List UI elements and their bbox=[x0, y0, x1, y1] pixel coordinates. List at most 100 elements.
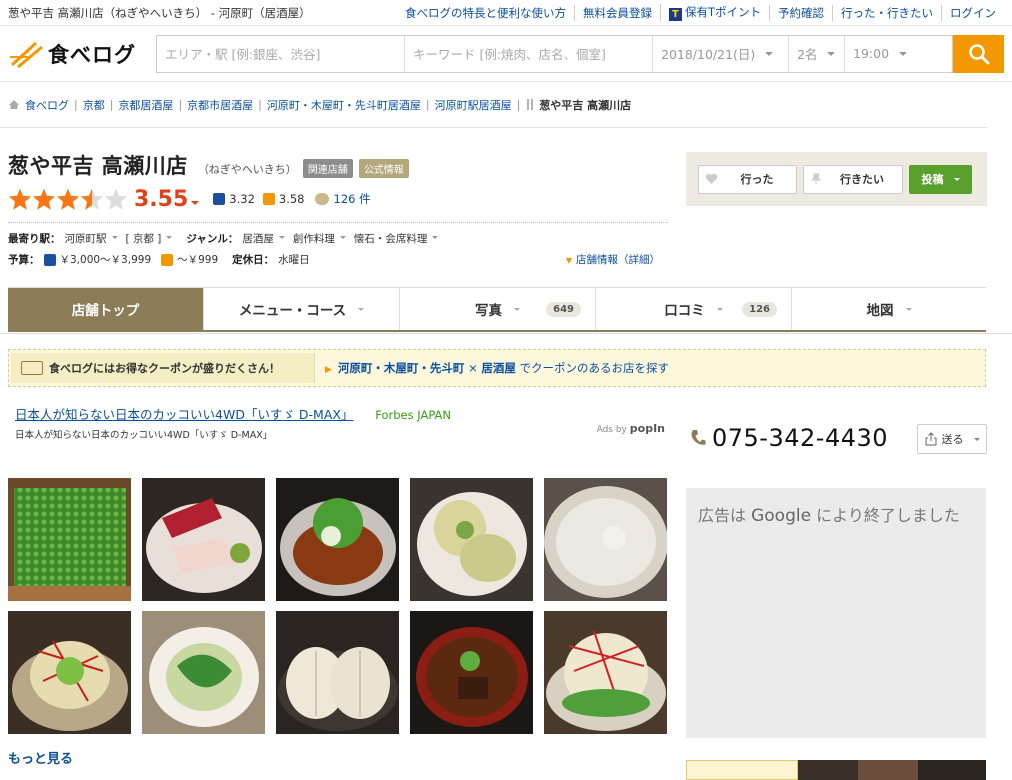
link-features[interactable]: 食べログの特長と便利な使い方 bbox=[397, 5, 574, 21]
keyword-input[interactable]: キーワード [例:焼肉、店名、個室] bbox=[405, 35, 653, 72]
photo-image bbox=[8, 478, 131, 601]
chevron-down-icon bbox=[953, 177, 960, 181]
food-photo[interactable] bbox=[8, 478, 131, 601]
went-label: 行った bbox=[740, 173, 774, 186]
logo-text: 食べログ bbox=[48, 42, 136, 67]
breadcrumb-current: 葱や平吉 高瀬川店 bbox=[539, 98, 632, 112]
breadcrumb: 食べログ | 京都 | 京都居酒屋 | 京都市居酒屋 | 河原町・木屋町・先斗町居酒屋 |… bbox=[0, 82, 987, 128]
want-button[interactable]: 行きたい bbox=[803, 164, 903, 194]
time-select[interactable]: 19:00 bbox=[845, 36, 935, 72]
date-select[interactable]: 2018/10/21(日) bbox=[653, 35, 789, 72]
food-photo[interactable] bbox=[544, 478, 667, 601]
coupon-promo: 食べログにはお得なクーポンが盛りだくさん！ bbox=[11, 353, 315, 383]
link-went-want[interactable]: 行った・行きたい bbox=[832, 4, 941, 21]
link-reservation[interactable]: 予約確認 bbox=[769, 4, 832, 21]
link-login[interactable]: ログイン bbox=[941, 4, 1004, 21]
budget-row: 予算： ￥3,000～￥3,999 ～￥999 定休日： 水曜日 ▼ 店舗情報（詳… bbox=[8, 252, 668, 267]
divider bbox=[0, 333, 1012, 334]
tab-menu-course[interactable]: メニュー・コース bbox=[204, 288, 400, 330]
bottom-banner[interactable] bbox=[686, 760, 986, 780]
nearest-station[interactable]: 河原町駅 bbox=[65, 231, 107, 246]
ad-source[interactable]: Forbes JAPAN bbox=[375, 408, 451, 422]
breadcrumb-separator: | bbox=[109, 98, 114, 111]
store-detail-label: 店舗情報（詳細） bbox=[576, 254, 660, 266]
genre-item[interactable]: 創作料理 bbox=[293, 231, 335, 246]
store-detail-link[interactable]: ▼ 店舗情報（詳細） bbox=[566, 252, 660, 267]
restaurant-header: 葱や平吉 高瀬川店 （ねぎやへいきち） 関連店舗 公式情報 3.55 3.32 … bbox=[8, 150, 668, 267]
food-photo[interactable] bbox=[544, 611, 667, 734]
coupon-search-link[interactable]: ▶ 河原町・木屋町・先斗町 × 居酒屋 でクーポンのあるお店を探す bbox=[315, 360, 669, 376]
dinner-budget: ￥3,000～￥3,999 bbox=[59, 254, 152, 266]
nearest-area[interactable]: [ 京都 ] bbox=[126, 231, 162, 246]
genre-item[interactable]: 懐石・会席料理 bbox=[354, 231, 428, 246]
banner-panel bbox=[686, 760, 798, 780]
food-photo[interactable] bbox=[142, 478, 265, 601]
breadcrumb-kyoto-izakaya[interactable]: 京都居酒屋 bbox=[118, 97, 173, 113]
link-register[interactable]: 無料会員登録 bbox=[573, 4, 660, 21]
moon-icon bbox=[43, 253, 56, 266]
moon-icon bbox=[213, 193, 226, 205]
breadcrumb-separator: | bbox=[258, 98, 262, 111]
phone-number[interactable]: 075-342-4430 bbox=[690, 424, 888, 452]
tab-map[interactable]: 地図 bbox=[792, 288, 986, 330]
chevron-down-icon bbox=[432, 236, 439, 239]
ad-title-link[interactable]: 日本人が知らない日本のカッコいい4WD「いすゞ D-MAX」 bbox=[15, 407, 353, 422]
half-star-icon bbox=[81, 188, 103, 210]
area-input[interactable]: エリア・駅 [例:銀座、渋谷] bbox=[157, 35, 405, 72]
food-photo[interactable] bbox=[8, 611, 131, 734]
score-value[interactable]: 3.55 bbox=[134, 187, 188, 212]
logo[interactable]: 食べログ bbox=[8, 39, 156, 69]
tpoint-icon: T bbox=[668, 8, 682, 21]
people-select[interactable]: 2名 bbox=[789, 35, 845, 72]
food-photo[interactable] bbox=[410, 478, 533, 601]
tab-reviews[interactable]: 口コミ 126 bbox=[596, 288, 792, 330]
station-genre-row: 最寄り駅： 河原町駅 [ 京都 ] ジャンル： 居酒屋 創作料理 懐石・会席料理 bbox=[8, 231, 668, 246]
food-photo[interactable] bbox=[410, 611, 533, 734]
breadcrumb-separator: | bbox=[516, 98, 521, 111]
breadcrumb-separator: | bbox=[178, 98, 183, 111]
breadcrumb-kawaramachi-izakaya[interactable]: 河原町・木屋町・先斗町居酒屋 bbox=[267, 97, 421, 113]
tab-store-top[interactable]: 店舗トップ bbox=[8, 288, 204, 330]
related-stores-tag[interactable]: 関連店舗 bbox=[302, 159, 353, 178]
food-photo[interactable] bbox=[276, 478, 399, 601]
link-tpoint[interactable]: T 保有Tポイント bbox=[659, 4, 769, 21]
dinner-score: 3.32 bbox=[213, 192, 255, 206]
search-button[interactable] bbox=[953, 34, 1004, 73]
photo-image bbox=[142, 478, 265, 601]
coupon-icon bbox=[21, 361, 43, 375]
went-button[interactable]: 行った bbox=[698, 164, 797, 194]
tab-photos[interactable]: 写真 649 bbox=[400, 288, 596, 330]
star-icon bbox=[33, 188, 55, 210]
chevron-down-icon bbox=[514, 307, 520, 311]
photo-grid bbox=[8, 478, 668, 734]
official-info-tag[interactable]: 公式情報 bbox=[358, 159, 409, 178]
food-photo[interactable] bbox=[276, 611, 399, 734]
ads-by-label[interactable]: Ads by popIn bbox=[597, 422, 665, 435]
review-count[interactable]: 126 件 bbox=[314, 191, 371, 207]
food-photo[interactable] bbox=[142, 611, 265, 734]
people-value: 2名 bbox=[797, 47, 818, 62]
genre-item[interactable]: 居酒屋 bbox=[242, 231, 274, 246]
chevron-down-icon bbox=[191, 201, 200, 205]
more-photos-link[interactable]: もっと見る bbox=[8, 748, 73, 767]
coupon-genre-link[interactable]: 居酒屋 bbox=[481, 361, 516, 375]
star-icon bbox=[57, 188, 79, 210]
tab-count-badge: 126 bbox=[742, 301, 777, 317]
star-rating bbox=[8, 187, 128, 211]
coupon-suffix: でクーポンのあるお店を探す bbox=[519, 361, 670, 375]
send-button[interactable]: 送る bbox=[917, 424, 987, 454]
coupon-area-link[interactable]: 河原町・木屋町・先斗町 bbox=[338, 361, 465, 375]
breadcrumb-separator: | bbox=[425, 98, 430, 111]
restaurant-tabs: 店舗トップ メニュー・コース 写真 649 口コミ 126 地図 bbox=[8, 287, 986, 332]
star-icon bbox=[9, 188, 31, 210]
lunch-budget: ～￥999 bbox=[177, 254, 219, 266]
photo-image bbox=[8, 611, 131, 734]
breadcrumb-kyoto-city-izakaya[interactable]: 京都市居酒屋 bbox=[187, 97, 253, 113]
breadcrumb-kyoto[interactable]: 京都 bbox=[83, 97, 105, 113]
sun-icon bbox=[161, 253, 174, 266]
post-button[interactable]: 投稿 bbox=[909, 164, 972, 194]
breadcrumb-tabelog[interactable]: 食べログ bbox=[25, 97, 69, 113]
breadcrumb-kawaramachi-station-izakaya[interactable]: 河原町駅居酒屋 bbox=[435, 97, 512, 113]
want-label: 行きたい bbox=[840, 173, 884, 186]
chevron-down-icon bbox=[166, 236, 173, 239]
